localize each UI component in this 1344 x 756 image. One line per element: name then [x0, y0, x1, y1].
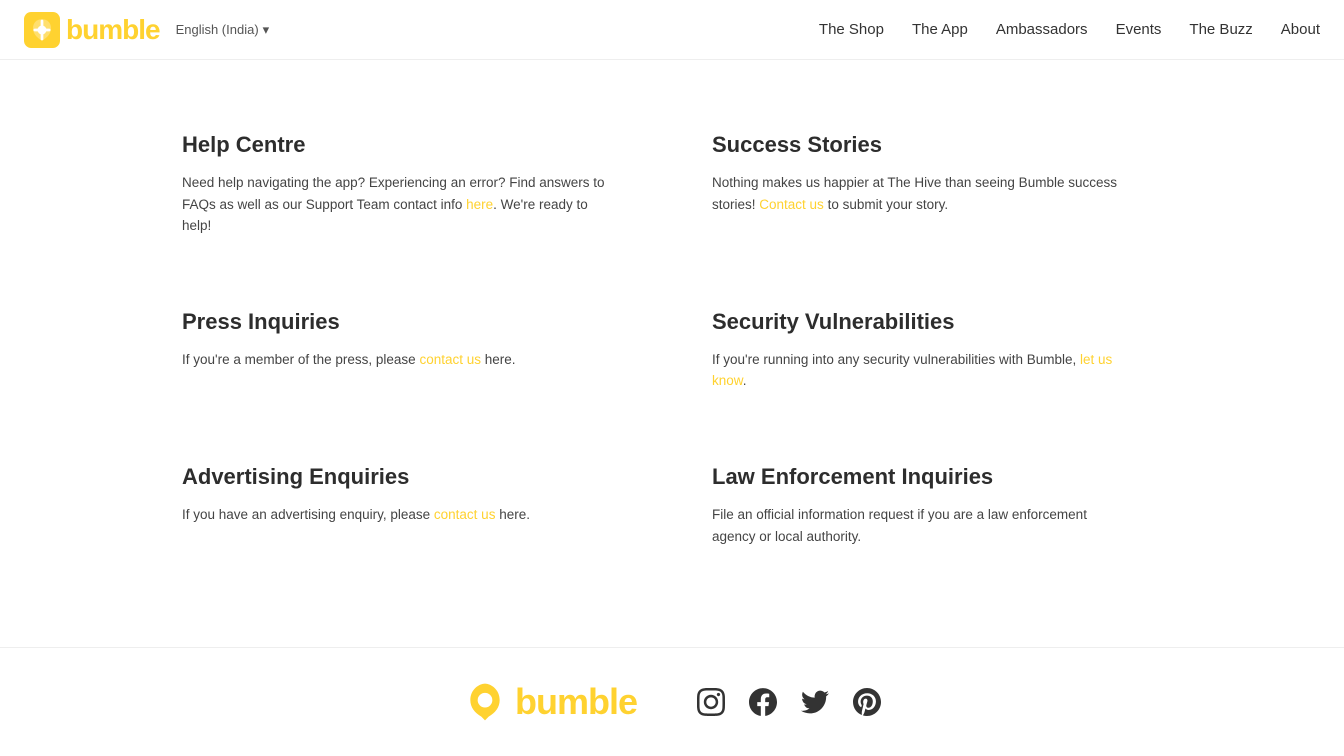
header: bumble English (India) ▾ The Shop The App…	[0, 0, 1344, 60]
nav-item-the-app[interactable]: The App	[912, 21, 968, 38]
card-text-success-stories: Nothing makes us happier at The Hive tha…	[712, 172, 1122, 215]
language-selector[interactable]: English (India) ▾	[176, 22, 270, 38]
card-press-inquiries: Press Inquiries If you're a member of the…	[182, 277, 672, 432]
card-link-press-inquiries[interactable]: contact us	[419, 352, 481, 367]
logo-icon	[24, 12, 60, 48]
cards-grid: Help Centre Need help navigating the app?…	[182, 100, 1162, 587]
card-title-success-stories: Success Stories	[712, 132, 1122, 158]
card-law-enforcement: Law Enforcement Inquiries File an officia…	[672, 432, 1162, 587]
nav-item-about[interactable]: About	[1281, 21, 1320, 38]
footer-logo-icon	[463, 680, 507, 724]
nav-item-the-shop[interactable]: The Shop	[819, 21, 884, 38]
card-advertising-enquiries: Advertising Enquiries If you have an adve…	[182, 432, 672, 587]
card-text-security-vulnerabilities: If you're running into any security vuln…	[712, 349, 1122, 392]
logo-text: bumble	[66, 14, 160, 46]
nav-item-ambassadors[interactable]: Ambassadors	[996, 21, 1088, 38]
header-left: bumble English (India) ▾	[24, 12, 269, 48]
card-link-success-stories[interactable]: Contact us	[759, 197, 824, 212]
facebook-icon[interactable]	[749, 688, 777, 716]
footer-logo-text: bumble	[515, 681, 637, 723]
card-link-help-centre[interactable]: here	[466, 197, 493, 212]
twitter-icon[interactable]	[801, 688, 829, 716]
instagram-icon[interactable]	[697, 688, 725, 716]
main-content: Help Centre Need help navigating the app?…	[122, 60, 1222, 647]
main-nav: The Shop The App Ambassadors Events The Buzz…	[819, 21, 1320, 38]
card-title-help-centre: Help Centre	[182, 132, 612, 158]
card-title-advertising-enquiries: Advertising Enquiries	[182, 464, 612, 490]
footer: bumble	[0, 647, 1344, 756]
card-link-advertising-enquiries[interactable]: contact us	[434, 507, 496, 522]
social-icons	[697, 688, 881, 716]
card-text-law-enforcement: File an official information request if …	[712, 504, 1122, 547]
card-title-security-vulnerabilities: Security Vulnerabilities	[712, 309, 1122, 335]
card-text-advertising-enquiries: If you have an advertising enquiry, plea…	[182, 504, 612, 526]
card-text-press-inquiries: If you're a member of the press, please …	[182, 349, 612, 371]
lang-label: English (India)	[176, 22, 259, 37]
card-link-security-vulnerabilities[interactable]: let us know	[712, 352, 1112, 389]
nav-item-events[interactable]: Events	[1116, 21, 1162, 38]
pinterest-icon[interactable]	[853, 688, 881, 716]
logo[interactable]: bumble	[24, 12, 160, 48]
card-help-centre: Help Centre Need help navigating the app?…	[182, 100, 672, 277]
card-text-help-centre: Need help navigating the app? Experienci…	[182, 172, 612, 237]
chevron-down-icon: ▾	[263, 22, 270, 38]
card-title-press-inquiries: Press Inquiries	[182, 309, 612, 335]
card-title-law-enforcement: Law Enforcement Inquiries	[712, 464, 1122, 490]
footer-logo: bumble	[463, 680, 637, 724]
nav-item-the-buzz[interactable]: The Buzz	[1189, 21, 1252, 38]
card-security-vulnerabilities: Security Vulnerabilities If you're runnin…	[672, 277, 1162, 432]
card-success-stories: Success Stories Nothing makes us happier …	[672, 100, 1162, 277]
